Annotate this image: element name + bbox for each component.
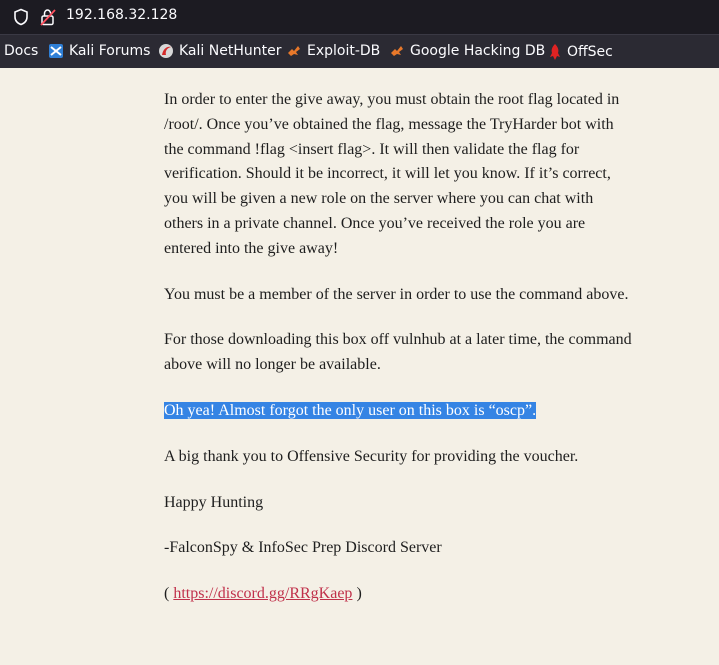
bookmark-offsec[interactable]: OffSec — [548, 43, 613, 61]
paragraph-user-hint: Oh yea! Almost forgot the only user on t… — [164, 399, 634, 424]
kali-nethunter-icon — [159, 44, 173, 58]
bookmark-label: Docs — [4, 43, 39, 59]
url-text[interactable]: 192.168.32.128 — [66, 7, 177, 23]
paragraph-happy-hunting: Happy Hunting — [164, 493, 264, 511]
paren-close: ) — [352, 585, 362, 603]
paragraph-vulnhub-note: For those downloading this box off vulnh… — [164, 331, 632, 374]
page-content: In order to enter the give away, you mus… — [164, 88, 634, 628]
bookmark-label: Kali Forums — [69, 43, 151, 59]
exploit-db-icon — [288, 46, 300, 56]
paren-open: ( — [164, 585, 174, 603]
bookmark-google-hacking-db[interactable]: Google Hacking DB — [389, 43, 545, 59]
kali-forums-icon — [49, 44, 63, 58]
bookmark-docs[interactable]: Docs — [4, 43, 38, 59]
address-bar: 192.168.32.128 — [0, 0, 719, 34]
paragraph-signature: -FalconSpy & InfoSec Prep Discord Server — [164, 539, 442, 557]
bookmark-kali-nethunter[interactable]: Kali NetHunter — [158, 43, 281, 59]
ghdb-icon — [391, 46, 403, 56]
paragraph-thanks: A big thank you to Offensive Security fo… — [164, 447, 579, 465]
bookmarks-toolbar: Docs Kali Forums Kali NetHunter Exploit-… — [0, 34, 719, 68]
paragraph-giveaway-instructions: In order to enter the give away, you mus… — [164, 91, 620, 257]
bookmark-label: OffSec — [567, 44, 613, 60]
bookmark-label: Google Hacking DB — [410, 43, 546, 59]
shield-icon[interactable] — [12, 8, 30, 26]
paragraph-discord-link: ( https://discord.gg/RRgKaep ) — [164, 582, 634, 607]
discord-link[interactable]: https://discord.gg/RRgKaep — [173, 585, 352, 602]
bookmark-label: Exploit-DB — [307, 43, 381, 59]
bookmark-kali-forums[interactable]: Kali Forums — [48, 43, 150, 59]
paragraph-membership: You must be a member of the server in or… — [164, 285, 629, 303]
bookmark-label: Kali NetHunter — [179, 43, 282, 59]
bookmark-exploit-db[interactable]: Exploit-DB — [286, 43, 380, 59]
insecure-lock-icon[interactable] — [40, 8, 56, 26]
selected-text: Oh yea! Almost forgot the only user on t… — [164, 401, 537, 419]
offsec-icon — [550, 44, 560, 60]
